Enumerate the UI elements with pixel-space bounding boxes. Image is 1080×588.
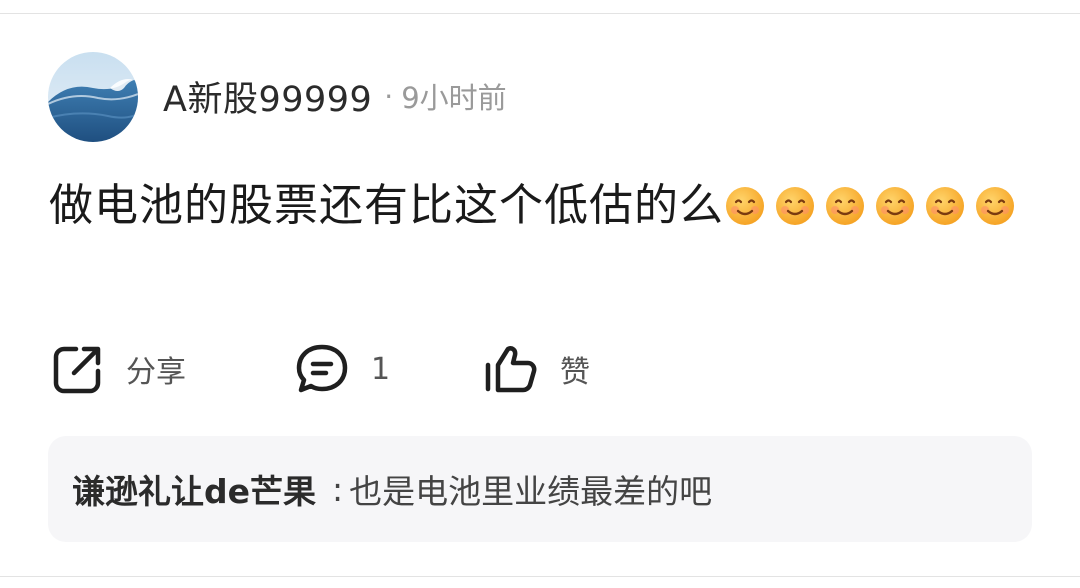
reply-text: 也是电池里业绩最差的吧 bbox=[349, 472, 713, 511]
bottom-divider bbox=[0, 576, 1080, 577]
author-row: A新股99999 · 9小时前 bbox=[163, 72, 507, 120]
post-card: A新股99999 · 9小时前 做电池的股票还有比这个低估的么 分享 1 赞 谦… bbox=[0, 0, 1080, 588]
smiling-face-icon bbox=[824, 177, 866, 225]
smiling-face-icon bbox=[974, 177, 1016, 225]
smiling-face-icon bbox=[874, 177, 916, 225]
thumbs-up-icon bbox=[485, 346, 537, 393]
share-button[interactable]: 分享 bbox=[52, 340, 186, 398]
action-bar: 分享 1 赞 bbox=[0, 340, 1080, 398]
comment-count: 1 bbox=[371, 351, 391, 387]
smiling-face-icon bbox=[724, 177, 766, 225]
like-button[interactable]: 赞 bbox=[484, 340, 590, 398]
share-icon bbox=[53, 346, 101, 394]
like-label: 赞 bbox=[560, 355, 590, 390]
avatar-wave-image bbox=[48, 52, 138, 142]
meta-separator: · bbox=[384, 79, 394, 113]
post-text: 做电池的股票还有比这个低估的么 bbox=[49, 180, 724, 231]
comment-icon bbox=[296, 344, 348, 393]
top-divider bbox=[0, 13, 1080, 14]
reply-username[interactable]: 谦逊礼让de芒果 bbox=[72, 465, 316, 513]
author-name[interactable]: A新股99999 bbox=[163, 71, 372, 122]
reply-preview[interactable]: 谦逊礼让de芒果 : 也是电池里业绩最差的吧 bbox=[48, 436, 1032, 542]
reply-colon: : bbox=[332, 469, 344, 509]
share-label: 分享 bbox=[126, 355, 186, 390]
emoji-group bbox=[724, 180, 1024, 231]
smiling-face-icon bbox=[924, 177, 966, 225]
post-time: 9小时前 bbox=[401, 81, 507, 115]
avatar[interactable] bbox=[48, 52, 138, 142]
comment-button[interactable]: 1 bbox=[295, 340, 390, 398]
post-content: 做电池的股票还有比这个低估的么 bbox=[49, 170, 1024, 242]
smiling-face-icon bbox=[774, 177, 816, 225]
